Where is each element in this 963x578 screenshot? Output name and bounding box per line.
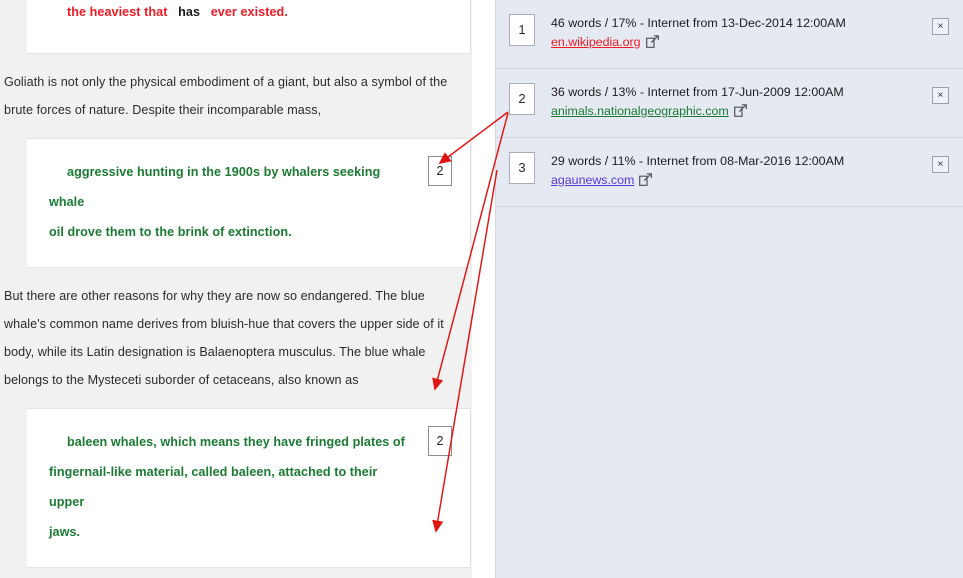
paragraph-line: But there are other reasons for why they…	[4, 289, 425, 303]
match-text-green: aggressive hunting in the 1900s by whale…	[49, 165, 381, 209]
source-url-link[interactable]: agaunews.com	[551, 173, 634, 187]
open-in-new-window-icon[interactable]	[639, 173, 653, 186]
plagiarism-report-viewer: the heaviest that has ever existed. Golia…	[0, 0, 963, 578]
sources-list: 1 46 words / 17% - Internet from 13-Dec-2…	[496, 0, 963, 207]
source-link-line: animals.nationalgeographic.com	[551, 102, 907, 120]
paragraph-line: whale's common name derives from bluish-…	[4, 317, 444, 331]
source-meta-text: 46 words / 17% - Internet from 13-Dec-20…	[551, 16, 846, 30]
source-details: 46 words / 17% - Internet from 13-Dec-20…	[551, 14, 907, 51]
match-line: fingernail-like material, called baleen,…	[49, 457, 414, 517]
source-url-link[interactable]: animals.nationalgeographic.com	[551, 104, 729, 118]
match-text-plain: has	[178, 5, 201, 19]
source-row[interactable]: 2 36 words / 13% - Internet from 17-Jun-2…	[496, 69, 963, 138]
paragraph-line: Goliath is not only the physical embodim…	[4, 75, 448, 89]
source-details: 29 words / 11% - Internet from 08-Mar-20…	[551, 152, 907, 189]
match-text-green: oil drove them to the brink of extinctio…	[49, 225, 292, 239]
document-content: the heaviest that has ever existed. Golia…	[0, 0, 472, 578]
match-text-red: the heaviest that	[67, 5, 168, 19]
match-top[interactable]: the heaviest that has ever existed.	[27, 0, 471, 54]
match-source-badge[interactable]: 2	[428, 156, 452, 186]
open-in-new-window-icon[interactable]	[645, 35, 659, 48]
match-line: oil drove them to the brink of extinctio…	[49, 217, 414, 247]
paragraph-line: brute forces of nature. Despite their in…	[4, 103, 322, 117]
source-row[interactable]: 1 46 words / 17% - Internet from 13-Dec-2…	[496, 0, 963, 69]
paragraph-endangered: But there are other reasons for why they…	[0, 282, 472, 394]
source-details: 36 words / 13% - Internet from 17-Jun-20…	[551, 83, 907, 120]
paragraph-line: body, while its Latin designation is Bal…	[4, 345, 426, 359]
match-text-red: ever existed.	[210, 5, 288, 19]
source-link-line: agaunews.com	[551, 171, 907, 189]
open-in-new-window-icon[interactable]	[733, 104, 747, 117]
match-text-green: fingernail-like material, called baleen,…	[49, 465, 378, 509]
match-baleen[interactable]: baleen whales, which means they have fri…	[27, 408, 471, 568]
match-line: the heaviest that has ever existed.	[49, 0, 414, 27]
source-link-line: en.wikipedia.org	[551, 33, 907, 51]
source-row[interactable]: 3 29 words / 11% - Internet from 08-Mar-2…	[496, 138, 963, 207]
source-number-badge[interactable]: 3	[509, 152, 535, 184]
match-line: aggressive hunting in the 1900s by whale…	[49, 157, 414, 217]
match-line: jaws.	[49, 517, 414, 547]
source-meta-text: 29 words / 11% - Internet from 08-Mar-20…	[551, 154, 845, 168]
match-source-badge[interactable]: 2	[428, 426, 452, 456]
paragraph-line: belongs to the Mysteceti suborder of cet…	[4, 373, 359, 387]
match-text-green: baleen whales, which means they have fri…	[67, 435, 405, 449]
source-number-badge[interactable]: 2	[509, 83, 535, 115]
match-text-green: jaws.	[49, 525, 81, 539]
document-panel[interactable]: the heaviest that has ever existed. Golia…	[0, 0, 472, 578]
remove-source-button[interactable]: ×	[932, 87, 949, 104]
remove-source-button[interactable]: ×	[932, 156, 949, 173]
source-meta-text: 36 words / 13% - Internet from 17-Jun-20…	[551, 85, 844, 99]
remove-source-button[interactable]: ×	[932, 18, 949, 35]
match-hunting[interactable]: aggressive hunting in the 1900s by whale…	[27, 138, 471, 268]
paragraph-goliath: Goliath is not only the physical embodim…	[0, 68, 472, 124]
source-number-badge[interactable]: 1	[509, 14, 535, 46]
sources-panel: 1 46 words / 17% - Internet from 13-Dec-2…	[495, 0, 963, 578]
match-line: baleen whales, which means they have fri…	[49, 427, 414, 457]
source-url-link[interactable]: en.wikipedia.org	[551, 35, 641, 49]
